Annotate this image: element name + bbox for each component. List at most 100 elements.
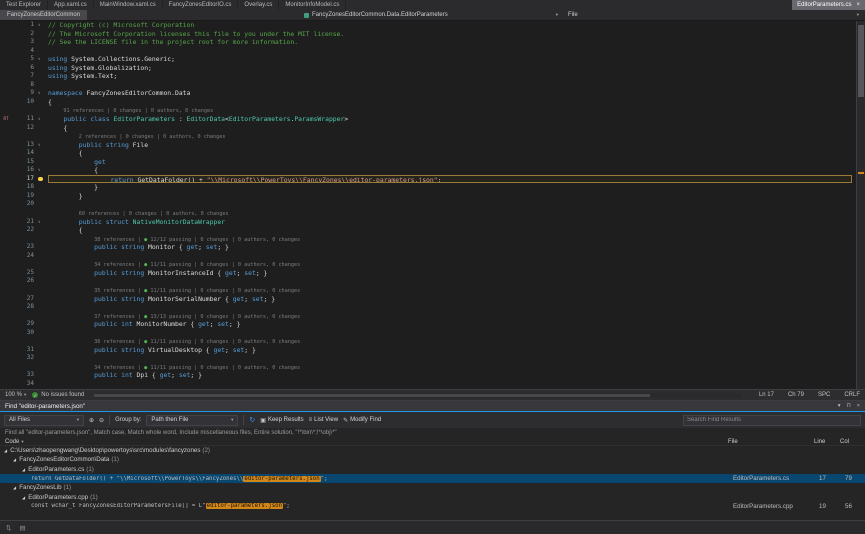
code-line-3[interactable]: 3// See the LICENSE file in the project … <box>0 38 856 47</box>
tab-fancyzoneseditorio-cs[interactable]: FancyZonesEditorIO.cs <box>163 0 239 10</box>
modify-find-button[interactable]: ✎ Modify Find <box>343 417 381 424</box>
output-icon[interactable]: ▤ <box>19 524 25 532</box>
code-line-30[interactable]: 30 <box>0 329 856 338</box>
codelens-row[interactable]: 34 references | ● 11/11 passing | 0 chan… <box>0 363 856 372</box>
codelens-row[interactable]: 91 references | 0 changes | 0 authors, 0… <box>0 106 856 115</box>
code-line-6[interactable]: 6using System.Globalization; <box>0 64 856 73</box>
close-icon[interactable]: × <box>856 2 860 8</box>
tab-mainwindow-xaml-cs[interactable]: MainWindow.xaml.cs <box>94 0 163 10</box>
fold-chevron-icon[interactable]: ∨ <box>38 21 48 30</box>
code-line-27[interactable]: 27public string MonitorSerialNumber { ge… <box>0 295 856 304</box>
code-line-5[interactable]: 5∨using System.Collections.Generic; <box>0 55 856 64</box>
code-line-25[interactable]: 25public string MonitorInstanceId { get;… <box>0 269 856 278</box>
fold-chevron-icon[interactable]: ∨ <box>38 115 48 124</box>
codelens-row[interactable]: 38 references | ● 12/12 passing | 0 chan… <box>0 235 856 244</box>
expander-icon[interactable]: ◢ <box>13 457 16 462</box>
type-dropdown[interactable]: FancyZonesEditorCommon.Data.EditorParame… <box>300 10 562 20</box>
code-line-4[interactable]: 4 <box>0 47 856 56</box>
code-line-9[interactable]: 9∨namespace FancyZonesEditorCommon.Data <box>0 89 856 98</box>
expand-all-icon[interactable]: ⊕ <box>89 417 94 424</box>
code-line-26[interactable]: 26 <box>0 277 856 286</box>
code-line-33[interactable]: 33public int Dpi { get; set; } <box>0 371 856 380</box>
find-group-row[interactable]: ◢FancyZonesEditorCommon\Data(1) <box>0 455 865 464</box>
code-line-14[interactable]: 14{ <box>0 149 856 158</box>
code-line-20[interactable]: 20 <box>0 200 856 209</box>
tab-app-xaml-cs[interactable]: App.xaml.cs <box>48 0 94 10</box>
find-result-row[interactable]: const wchar_t FancyZonesEditorParameters… <box>0 502 865 511</box>
find-group-row[interactable]: ◢EditorParameters.cs(1) <box>0 465 865 474</box>
code-area[interactable]: 1∨// Copyright (c) Microsoft Corporation… <box>0 21 856 389</box>
code-line-11[interactable]: RT11∨public class EditorParameters : Edi… <box>0 115 856 124</box>
vertical-scrollbar-thumb[interactable] <box>858 25 864 97</box>
codelens-row[interactable]: 34 references | ● 11/11 passing | 0 chan… <box>0 260 856 269</box>
code-line-13[interactable]: 13∨public string File <box>0 141 856 150</box>
code-editor[interactable]: 1∨// Copyright (c) Microsoft Corporation… <box>0 21 865 389</box>
repeat-search-icon[interactable]: ↻ <box>249 416 255 424</box>
zoom-control[interactable]: 100 % ▾ <box>5 392 26 398</box>
space-indicator[interactable]: SPC <box>818 392 830 398</box>
codelens-row[interactable]: 37 references | ● 13/13 passing | 0 chan… <box>0 312 856 321</box>
code-line-32[interactable]: 32 <box>0 354 856 363</box>
pin-icon[interactable]: ⊓ <box>846 403 850 409</box>
tab-overlay-cs[interactable]: Overlay.cs <box>238 0 279 10</box>
fold-chevron-icon[interactable]: ∨ <box>38 89 48 98</box>
code-line-23[interactable]: 23public string Monitor { get; set; } <box>0 243 856 252</box>
expander-icon[interactable]: ◢ <box>13 485 16 490</box>
tab-editorparameters[interactable]: EditorParameters.cs × <box>792 0 865 10</box>
code-line-24[interactable]: 24 <box>0 252 856 261</box>
tab-monitorinfomodel-cs[interactable]: MonitorInfoModel.cs <box>279 0 346 10</box>
eol-indicator[interactable]: CRLF <box>844 392 860 398</box>
find-group-row[interactable]: ◢C:\Users\zhaopengwang\Desktop\powertoys… <box>0 446 865 455</box>
code-line-29[interactable]: 29public int MonitorNumber { get; set; } <box>0 320 856 329</box>
codelens-row[interactable]: 2 references | 0 changes | 0 authors, 0 … <box>0 132 856 141</box>
code-line-12[interactable]: 12{ <box>0 124 856 133</box>
code-line-31[interactable]: 31public string VirtualDesktop { get; se… <box>0 346 856 355</box>
code-line-1[interactable]: 1∨// Copyright (c) Microsoft Corporation <box>0 21 856 30</box>
horizontal-scrollbar[interactable] <box>94 393 741 398</box>
code-line-21[interactable]: 21∨public struct NativeMonitorDataWrappe… <box>0 218 856 227</box>
run-test-badge[interactable]: RT <box>0 115 12 124</box>
fold-chevron-icon[interactable]: ∨ <box>38 141 48 150</box>
group-by-dropdown[interactable]: Path then File ▾ <box>146 415 238 426</box>
member-dropdown[interactable]: File ▾ <box>562 10 865 20</box>
codelens-row[interactable]: 60 references | 0 changes | 0 authors, 0… <box>0 209 856 218</box>
codelens-row[interactable]: 35 references | ● 11/11 passing | 0 chan… <box>0 286 856 295</box>
fold-chevron-icon[interactable]: ∨ <box>38 166 48 175</box>
horizontal-scrollbar-thumb[interactable] <box>94 394 650 397</box>
fold-chevron-icon[interactable]: ∨ <box>38 218 48 227</box>
column-file[interactable]: File <box>728 439 814 445</box>
code-line-2[interactable]: 2// The Microsoft Corporation licenses t… <box>0 30 856 39</box>
close-icon[interactable]: × <box>857 403 860 409</box>
keep-results-button[interactable]: ▣ Keep Results <box>260 417 303 424</box>
code-line-15[interactable]: 15get <box>0 158 856 167</box>
vertical-scrollbar[interactable] <box>856 21 865 389</box>
code-line-7[interactable]: 7using System.Text; <box>0 72 856 81</box>
code-line-19[interactable]: 19} <box>0 192 856 201</box>
collapse-all-icon[interactable]: ⊖ <box>99 417 104 424</box>
find-result-row[interactable]: return GetDataFolder() + "\\Microsoft\\P… <box>0 474 865 483</box>
code-line-34[interactable]: 34 <box>0 380 856 389</box>
search-input[interactable] <box>687 417 857 423</box>
window-position-icon[interactable]: ▾ <box>838 403 841 409</box>
find-panel-title-bar[interactable]: Find "editor-parameters.json" ▾ ⊓ × <box>0 401 865 412</box>
code-line-28[interactable]: 28 <box>0 303 856 312</box>
code-line-22[interactable]: 22{ <box>0 226 856 235</box>
code-line-10[interactable]: 10{ <box>0 98 856 107</box>
fold-chevron-icon[interactable]: ∨ <box>38 55 48 64</box>
code-line-16[interactable]: 16∨{ <box>0 166 856 175</box>
column-col[interactable]: Col <box>840 439 860 445</box>
code-line-18[interactable]: 18} <box>0 183 856 192</box>
chevron-down-icon[interactable]: ▾ <box>21 439 23 445</box>
find-group-row[interactable]: ◢EditorParameters.cpp(1) <box>0 492 865 501</box>
lightbulb-icon[interactable] <box>38 177 43 182</box>
column-code[interactable]: Code <box>5 439 19 445</box>
scope-dropdown[interactable]: All Files ▾ <box>4 415 84 426</box>
find-group-row[interactable]: ◢FancyZonesLib(1) <box>0 483 865 492</box>
code-line-8[interactable]: 8 <box>0 81 856 90</box>
column-line[interactable]: Line <box>814 439 840 445</box>
expander-icon[interactable]: ◢ <box>22 467 25 472</box>
find-results-search[interactable] <box>683 415 861 426</box>
code-line-17[interactable]: 17return GetDataFolder() + "\\Microsoft\… <box>0 175 856 184</box>
codelens-row[interactable]: 36 references | ● 11/11 passing | 0 chan… <box>0 337 856 346</box>
background-tasks-icon[interactable]: ⇅ <box>6 524 11 532</box>
